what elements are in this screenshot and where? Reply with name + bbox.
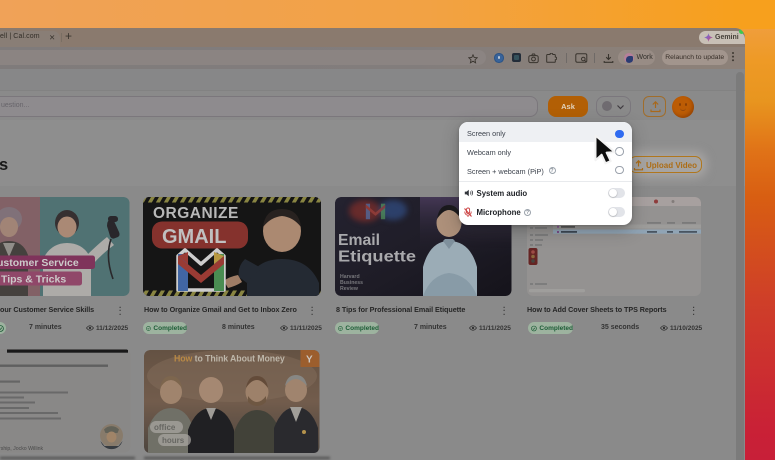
svg-text:Etiquette: Etiquette: [338, 248, 416, 265]
svg-text:ustomer Service: ustomer Service: [0, 257, 79, 269]
svg-text:hours: hours: [162, 436, 185, 445]
svg-text:Y: Y: [306, 354, 313, 365]
svg-text:Email: Email: [338, 232, 380, 249]
svg-text:office: office: [154, 423, 176, 432]
svg-text:rship, Jocko Willink: rship, Jocko Willink: [0, 446, 44, 452]
svg-text:How to Think About Money: How to Think About Money: [174, 353, 285, 363]
svg-text:Review: Review: [340, 286, 359, 292]
svg-text:GMAIL: GMAIL: [162, 226, 226, 248]
svg-text:Tips & Tricks: Tips & Tricks: [1, 273, 66, 285]
svg-text:ORGANIZE: ORGANIZE: [153, 205, 239, 222]
